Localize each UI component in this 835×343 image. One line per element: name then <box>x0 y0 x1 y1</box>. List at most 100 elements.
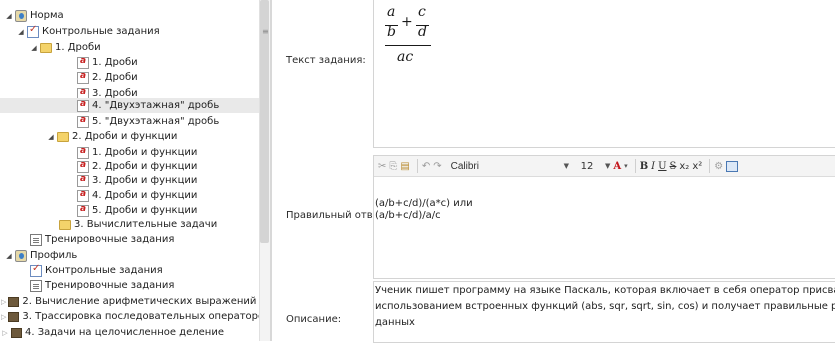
editor-toolbar: ✂ ⎘ ▤ ↶ ↷ Calibri ▼ 12 ▼ A ▾ B I U S x₂ … <box>374 156 835 177</box>
tree-item-label: 5. Дроби и функции <box>92 205 198 216</box>
tree-node-label: 3. Вычислительные задачи <box>74 219 218 230</box>
tree-node-topic-3[interactable]: ▷ 3. Трассировка последовательных операт… <box>0 309 260 324</box>
tree-node-profil-kontrol[interactable]: Контрольные задания <box>0 263 260 278</box>
expand-arrow-icon[interactable]: ◢ <box>5 12 13 20</box>
font-size-select[interactable]: 12 <box>572 158 602 174</box>
task-text-label: Текст задания: <box>286 55 366 66</box>
collapse-arrow-icon[interactable]: ▷ <box>1 329 9 337</box>
tree-node-label: Тренировочные задания <box>45 234 175 245</box>
tree-item-label: 2. Дроби <box>92 72 138 83</box>
book-icon <box>8 296 20 307</box>
tree-node-label: Норма <box>30 10 64 21</box>
strikethrough-button[interactable]: S <box>670 158 677 174</box>
tree-node-label: Контрольные задания <box>45 265 163 276</box>
tree-item[interactable]: 1. Дроби и функции <box>0 145 260 160</box>
tree-item[interactable]: 2. Дроби и функции <box>0 159 260 174</box>
tree-node-label: 2. Дроби и функции <box>72 131 178 142</box>
font-size-dropdown-icon[interactable]: ▼ <box>605 158 610 174</box>
tree-item-label: 1. Дроби и функции <box>92 147 198 158</box>
description-line: данных <box>375 317 415 328</box>
task-text-editor[interactable] <box>373 0 835 148</box>
collapse-arrow-icon[interactable]: ▷ <box>1 313 6 321</box>
tree-item-selected[interactable]: 4. "Двухэтажная" дробь <box>0 98 260 113</box>
tree-scrollbar-thumb[interactable] <box>260 0 269 243</box>
answer-line: (a/b+c/d)/a/c <box>375 210 441 221</box>
toolbar-separator <box>709 159 711 173</box>
image-icon <box>726 160 739 172</box>
splitter-grip-icon[interactable]: ≡ <box>262 27 269 36</box>
checklist-icon <box>30 263 42 277</box>
tree-node-topic-2[interactable]: ▷ 2. Вычисление арифметических выражений… <box>0 294 260 309</box>
tree-item-label: 3. Дроби и функции <box>92 175 198 186</box>
font-color-icon[interactable]: A <box>613 158 621 174</box>
tree-item[interactable]: 4. Дроби и функции <box>0 188 260 203</box>
task-icon <box>77 160 89 173</box>
underline-button[interactable]: U <box>658 158 666 174</box>
tree-node-profil[interactable]: ◢ Профиль <box>0 248 260 263</box>
settings-icon[interactable]: ⚙ <box>714 158 723 174</box>
undo-icon[interactable]: ↶ <box>422 158 430 174</box>
folder-icon <box>59 219 71 230</box>
tree-node-label: 3. Трассировка последовательных оператор… <box>22 311 260 322</box>
description-line: использованием встроенных функций (abs, … <box>375 301 835 312</box>
copy-icon[interactable]: ⎘ <box>389 158 397 174</box>
tree-item-label: 2. Дроби и функции <box>92 161 198 172</box>
toolbar-separator <box>634 159 636 173</box>
answer-line: (a/b+c/d)/(a*c) или <box>375 198 473 209</box>
tree-item-label: 4. Дроби и функции <box>92 190 198 201</box>
task-icon <box>77 71 89 84</box>
redo-icon[interactable]: ↷ <box>433 158 441 174</box>
tree-item[interactable]: 1. Дроби <box>0 55 260 70</box>
tree-node-norma[interactable]: ◢ Норма <box>0 8 260 23</box>
tree-node-topic-4[interactable]: ▷ 4. Задачи на целочисленное деление <box>0 325 260 340</box>
formula-plus: + <box>401 14 413 30</box>
expand-arrow-icon[interactable]: ◢ <box>17 28 25 36</box>
expand-arrow-icon[interactable]: ◢ <box>30 44 38 52</box>
tree-item[interactable]: 5. "Двухэтажная" дробь <box>0 114 260 129</box>
tree-node-label: Профиль <box>30 250 78 261</box>
tree-node-label: Тренировочные задания <box>45 280 175 291</box>
subscript-button[interactable]: x₂ <box>679 158 689 174</box>
tree-item-label: 5. "Двухэтажная" дробь <box>92 116 220 127</box>
bold-button[interactable]: B <box>640 158 648 174</box>
paste-icon[interactable]: ▤ <box>400 158 409 174</box>
superscript-button[interactable]: x² <box>692 158 702 174</box>
tree-node-trening[interactable]: Тренировочные задания <box>0 232 260 247</box>
tree-node-folder-1[interactable]: ◢ 1. Дроби <box>0 40 260 55</box>
description-line: Ученик пишет программу на языке Паскаль,… <box>375 285 835 296</box>
document-icon <box>30 233 42 246</box>
main-fraction-bar <box>385 45 431 46</box>
tree-item[interactable]: 5. Дроби и функции <box>0 203 260 218</box>
task-icon <box>77 99 89 112</box>
insert-image-button[interactable] <box>726 158 739 174</box>
cut-icon[interactable]: ✂ <box>378 158 386 174</box>
document-icon <box>30 279 42 292</box>
description-text: Ученик пишет программу на языке Паскаль,… <box>375 283 835 331</box>
task-icon <box>77 174 89 187</box>
tree-node-label: 1. Дроби <box>55 42 101 53</box>
formula-denominator-b: b <box>387 24 396 40</box>
italic-button[interactable]: I <box>651 158 655 174</box>
formula-numerator-a: a <box>387 4 396 20</box>
task-icon <box>77 146 89 159</box>
tree-item[interactable]: 2. Дроби <box>0 70 260 85</box>
tree-panel: ◢ Норма ◢ Контрольные задания ◢ 1. Дроби… <box>0 0 260 341</box>
tree-node-profil-trening[interactable]: Тренировочные задания <box>0 278 260 293</box>
formula-denominator: ac <box>397 49 414 65</box>
answer-text[interactable]: (a/b+c/d)/(a*c) или (a/b+c/d)/a/c <box>375 198 473 222</box>
folder-icon <box>40 42 52 53</box>
font-family-dropdown-icon[interactable]: ▼ <box>564 158 569 174</box>
tree-node-folder-3[interactable]: 3. Вычислительные задачи <box>0 217 260 232</box>
formula-denominator-d: d <box>418 24 427 40</box>
font-color-dropdown-icon[interactable]: ▾ <box>624 158 628 174</box>
tree-node-folder-2[interactable]: ◢ 2. Дроби и функции <box>0 129 260 144</box>
expand-arrow-icon[interactable]: ◢ <box>5 252 13 260</box>
tree-item-label: 4. "Двухэтажная" дробь <box>92 100 220 111</box>
collapse-arrow-icon[interactable]: ▷ <box>1 298 6 306</box>
font-family-select[interactable]: Calibri <box>449 158 561 174</box>
tree-node-label: Контрольные задания <box>42 26 160 37</box>
profile-icon <box>15 9 27 22</box>
tree-item[interactable]: 3. Дроби и функции <box>0 173 260 188</box>
tree-node-kontrol[interactable]: ◢ Контрольные задания <box>0 24 260 39</box>
expand-arrow-icon[interactable]: ◢ <box>47 133 55 141</box>
